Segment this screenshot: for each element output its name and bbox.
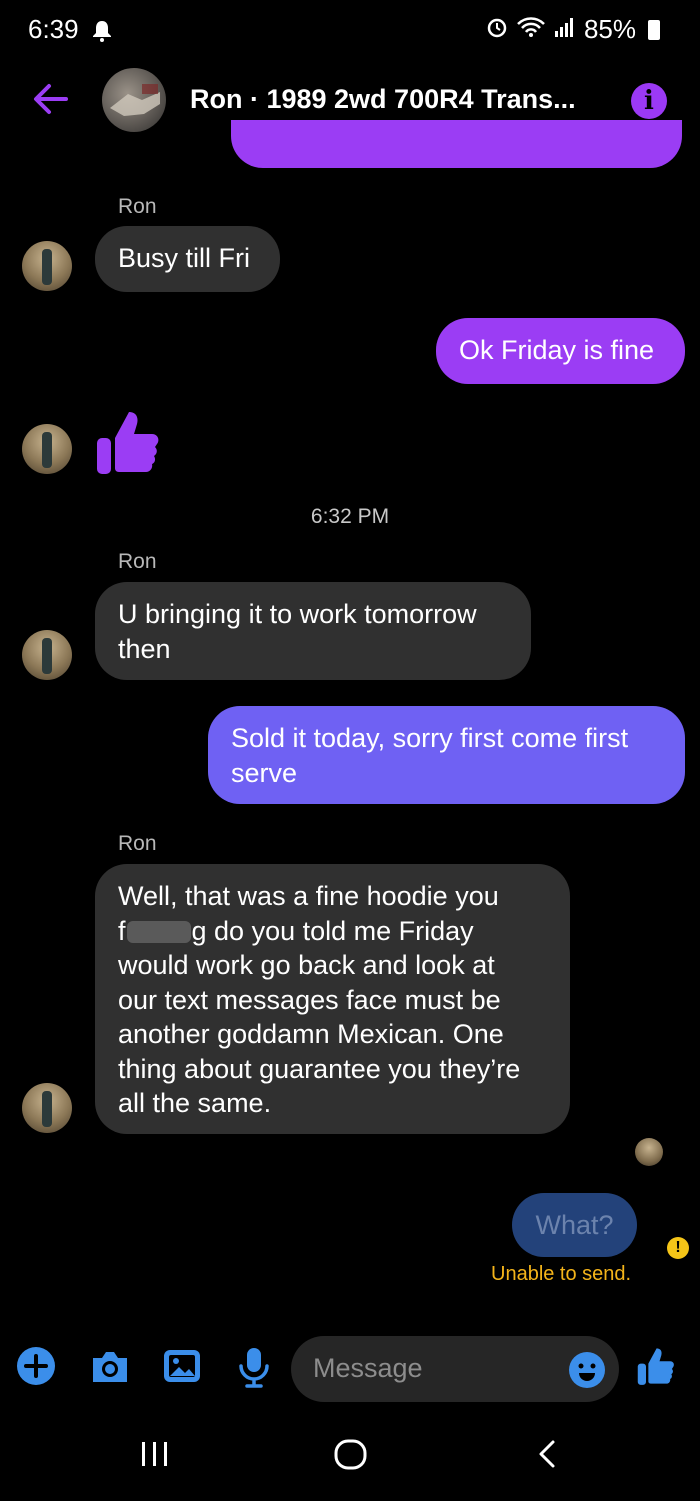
warning-icon[interactable]: !	[667, 1237, 689, 1259]
message-fragment: f	[118, 915, 126, 946]
avatar[interactable]	[22, 1083, 72, 1133]
timestamp: 6:32 PM	[310, 505, 390, 528]
nav-back-icon[interactable]	[535, 1434, 559, 1479]
plus-icon[interactable]	[16, 1346, 56, 1391]
message-bubble-outgoing[interactable]: Sold it today, sorry first come first se…	[208, 706, 685, 804]
message-bubble-outgoing[interactable]: Ok Friday is fine	[436, 318, 685, 384]
send-failed-status[interactable]: Unable to send.	[491, 1263, 631, 1286]
thumbs-up-icon[interactable]	[95, 408, 161, 481]
message-fragment: g do you told me Friday	[191, 915, 474, 946]
message-bubble-incoming[interactable]: Well, that was a fine hoodie you f g do y…	[95, 864, 570, 1134]
home-icon[interactable]	[333, 1434, 369, 1479]
read-receipt-avatar	[635, 1138, 663, 1166]
message-text: Ok Friday is fine	[459, 335, 655, 365]
sender-name: Ron	[118, 195, 157, 218]
avatar[interactable]	[22, 424, 72, 474]
message-line: Well, that was a fine hoodie you	[118, 881, 499, 911]
message-line: f g do you told me Friday	[118, 914, 570, 949]
message-line: serve	[231, 757, 298, 788]
sender-name: Ron	[118, 832, 157, 855]
image-icon[interactable]	[162, 1346, 202, 1391]
sender-name: Ron	[118, 550, 157, 573]
message-line: U bringing it to work tomorrow	[118, 599, 477, 629]
censored-blur	[126, 921, 191, 944]
message-bubble-incoming[interactable]: U bringing it to work tomorrow then	[95, 582, 531, 680]
emoji-icon[interactable]	[568, 1351, 606, 1394]
message-input-placeholder: Message	[313, 1353, 423, 1383]
camera-icon[interactable]	[89, 1346, 131, 1391]
message-line: would work go back and look at	[118, 950, 495, 980]
message-line: another goddamn Mexican. One	[118, 1019, 504, 1049]
header-divider	[0, 0, 700, 151]
message-line: Sold it today, sorry first come first	[231, 723, 629, 753]
message-line: all the same.	[118, 1088, 272, 1118]
message-text: Busy till Fri	[118, 243, 251, 273]
avatar[interactable]	[22, 630, 72, 680]
recent-apps-icon[interactable]	[140, 1434, 170, 1479]
message-line: then	[118, 633, 171, 664]
avatar[interactable]	[22, 241, 72, 291]
message-bubble-incoming[interactable]: Busy till Fri	[95, 226, 280, 292]
mic-icon[interactable]	[236, 1346, 272, 1393]
thumbs-up-send-icon[interactable]	[636, 1346, 676, 1391]
message-line: thing about guarantee you they’re	[118, 1053, 521, 1084]
message-bubble-failed[interactable]: What?	[512, 1193, 637, 1257]
message-text: What?	[535, 1209, 614, 1240]
message-line: our text messages face must be	[118, 984, 501, 1015]
